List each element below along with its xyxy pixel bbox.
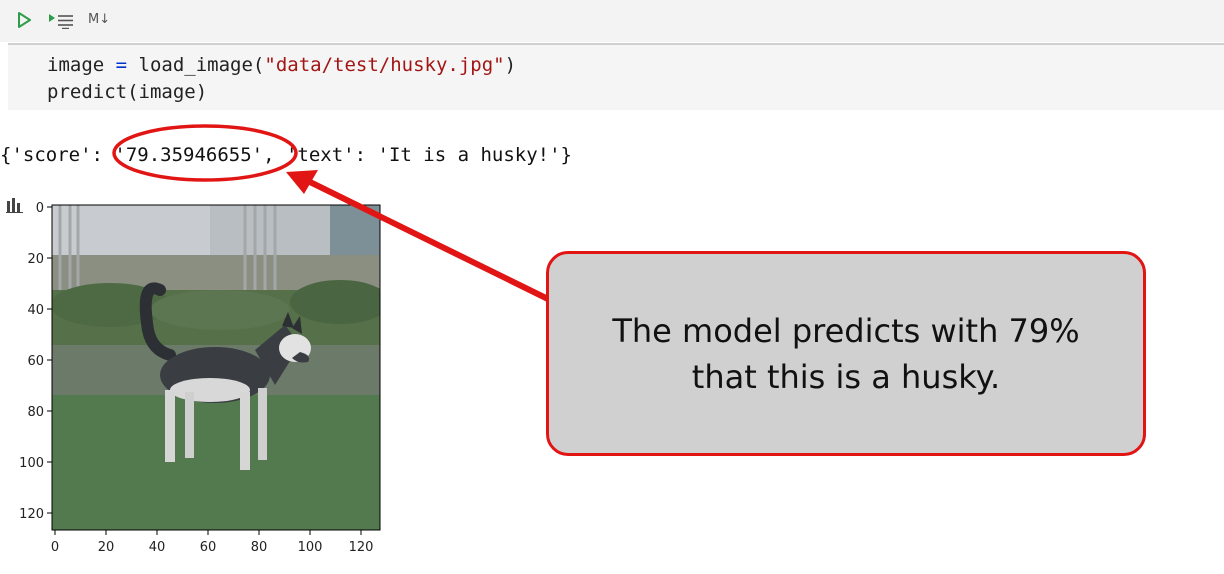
y-tick-120: 120	[19, 507, 44, 522]
x-tick-60: 60	[200, 540, 217, 555]
y-tick-0: 0	[36, 201, 44, 216]
y-tick-80: 80	[27, 405, 44, 420]
y-tick-20: 20	[27, 252, 44, 267]
code-var: image	[47, 54, 116, 76]
image-plot: 0 20 40 60 80 100 120 0 20 40 60 80 100 …	[19, 201, 381, 555]
x-tick-100: 100	[298, 540, 323, 555]
y-tick-100: 100	[19, 456, 44, 471]
y-tick-40: 40	[27, 303, 44, 318]
x-tick-0: 0	[51, 540, 59, 555]
markdown-toggle-button[interactable]: M↓	[88, 12, 110, 27]
code-operator: =	[115, 54, 128, 76]
x-tick-20: 20	[98, 540, 115, 555]
code-string: "data/test/husky.jpg"	[264, 54, 505, 76]
output-prefix: {'score':	[0, 144, 115, 166]
run-all-icon[interactable]	[48, 13, 74, 29]
output-score: '79.35946655'	[114, 144, 264, 166]
callout-line-1: The model predicts with 79%	[612, 311, 1080, 350]
cell-toolbar: M↓	[0, 0, 1224, 42]
x-tick-80: 80	[251, 540, 268, 555]
code-line-2: predict(image)	[47, 81, 208, 103]
y-tick-60: 60	[27, 354, 44, 369]
x-tick-120: 120	[349, 540, 374, 555]
husky-image	[52, 205, 380, 530]
code-function: load_image(	[127, 54, 265, 76]
output-suffix: , 'text': 'It is a husky!'}	[263, 144, 572, 166]
cell-output-text: {'score': '79.35946655', 'text': 'It is …	[0, 144, 572, 166]
code-close-paren: )	[504, 54, 517, 76]
play-icon[interactable]	[17, 12, 31, 28]
annotation-callout: The model predicts with 79% that this is…	[546, 251, 1146, 456]
code-line-1: image = load_image("data/test/husky.jpg"…	[47, 54, 516, 76]
code-cell[interactable]: image = load_image("data/test/husky.jpg"…	[8, 43, 1224, 110]
arrowhead-icon	[286, 170, 318, 194]
x-tick-40: 40	[149, 540, 166, 555]
callout-line-2: that this is a husky.	[691, 357, 1001, 396]
